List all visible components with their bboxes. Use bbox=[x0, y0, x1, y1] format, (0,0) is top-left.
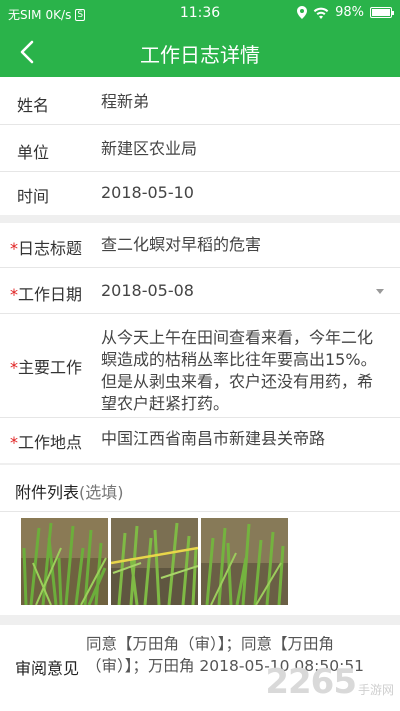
attachment-photo-1[interactable] bbox=[21, 518, 108, 605]
time-row: 时间 2018-05-10 bbox=[0, 172, 400, 215]
status-bar: 无SIM 0K/s S 11:36 98% bbox=[0, 0, 400, 27]
main-work-label: *主要工作 bbox=[10, 358, 83, 377]
attachments-list bbox=[0, 512, 400, 615]
log-card: *日志标题 查二化螟对早稻的危害 *工作日期 2018-05-08 *主要工作 … bbox=[0, 223, 400, 463]
work-date-row[interactable]: *工作日期 2018-05-08 bbox=[0, 268, 400, 314]
attachment-photo-2[interactable] bbox=[111, 518, 198, 605]
work-place-label: *工作地点 bbox=[10, 433, 83, 452]
required-mark: * bbox=[10, 239, 18, 258]
time-label: 时间 bbox=[17, 187, 50, 206]
required-mark: * bbox=[10, 285, 18, 304]
work-place-value[interactable]: 中国江西省南昌市新建县关帝路 bbox=[101, 428, 386, 450]
main-work-row: *主要工作 从今天上午在田间查看来看，今年二化螟造成的枯稍丛率比往年要高出15%… bbox=[0, 314, 400, 418]
nav-bar: 工作日志详情 bbox=[0, 27, 400, 77]
work-date-value[interactable]: 2018-05-08 bbox=[101, 280, 386, 302]
attachments-header: 附件列表(选填) bbox=[0, 465, 400, 512]
info-card: 姓名 程新弟 单位 新建区农业局 时间 2018-05-10 bbox=[0, 77, 400, 215]
watermark-logo: 2265 手游网 bbox=[265, 662, 394, 702]
attachments-title: 附件列表(选填) bbox=[15, 483, 124, 502]
work-date-label: *工作日期 bbox=[10, 285, 83, 304]
wifi-icon bbox=[313, 7, 329, 19]
name-row: 姓名 程新弟 bbox=[0, 77, 400, 125]
time-value: 2018-05-10 bbox=[101, 183, 194, 202]
battery-percent: 98% bbox=[335, 5, 364, 20]
main-work-value[interactable]: 从今天上午在田间查看来看，今年二化螟造成的枯稍丛率比往年要高出15%。但是从剥虫… bbox=[101, 327, 386, 415]
review-label: 审阅意见 bbox=[15, 659, 80, 678]
log-title-label: *日志标题 bbox=[10, 239, 83, 258]
name-label: 姓名 bbox=[17, 96, 50, 115]
required-mark: * bbox=[10, 358, 18, 377]
unit-row: 单位 新建区农业局 bbox=[0, 125, 400, 172]
location-icon bbox=[297, 6, 308, 19]
log-title-value[interactable]: 查二化螟对早稻的危害 bbox=[101, 234, 386, 256]
attachment-photo-3[interactable] bbox=[201, 518, 288, 605]
required-mark: * bbox=[10, 433, 18, 452]
unit-label: 单位 bbox=[17, 143, 50, 162]
dropdown-caret-icon[interactable] bbox=[376, 289, 384, 294]
page-title: 工作日志详情 bbox=[140, 43, 260, 67]
work-place-row: *工作地点 中国江西省南昌市新建县关帝路 bbox=[0, 418, 400, 463]
battery-icon bbox=[370, 7, 394, 18]
log-title-row: *日志标题 查二化螟对早稻的危害 bbox=[0, 223, 400, 268]
unit-value: 新建区农业局 bbox=[101, 139, 198, 158]
name-value: 程新弟 bbox=[101, 92, 150, 111]
